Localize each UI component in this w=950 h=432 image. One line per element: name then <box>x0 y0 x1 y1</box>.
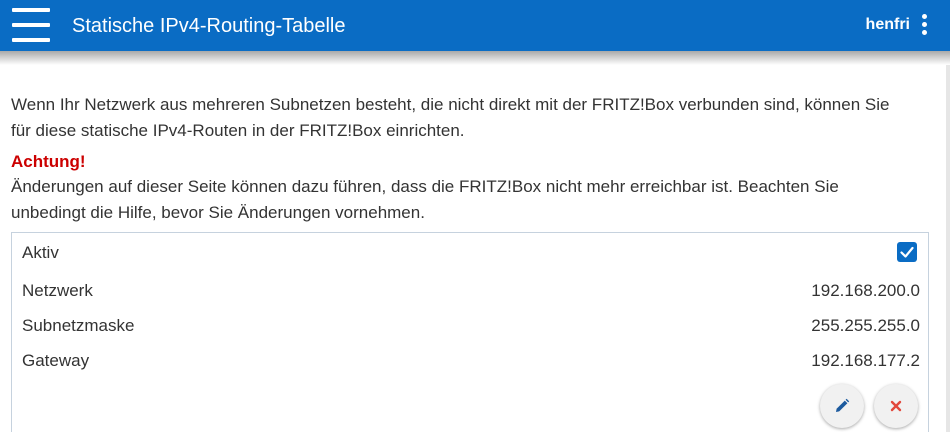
warning-text: Änderungen auf dieser Seite können dazu … <box>11 177 839 222</box>
route-row-subnet: Subnetzmaske 255.255.255.0 <box>22 314 920 338</box>
route-card: Aktiv Netzwerk 192.168.200.0 Subnetzmask… <box>11 232 929 432</box>
route-row-active: Aktiv <box>22 241 920 265</box>
kebab-menu-icon[interactable] <box>918 12 932 38</box>
network-value: 192.168.200.0 <box>811 281 920 300</box>
active-label: Aktiv <box>22 243 59 262</box>
intro-text: Wenn Ihr Netzwerk aus mehreren Subnetzen… <box>11 95 890 140</box>
user-name[interactable]: henfri <box>866 14 910 36</box>
scrollbar-track[interactable] <box>946 65 950 432</box>
network-label: Netzwerk <box>22 281 93 300</box>
edit-route-button[interactable] <box>820 384 864 428</box>
gateway-value: 192.168.177.2 <box>811 351 920 370</box>
checkmark-icon <box>900 246 914 258</box>
main-content: Wenn Ihr Netzwerk aus mehreren Subnetzen… <box>11 92 911 226</box>
gateway-label: Gateway <box>22 351 90 370</box>
subnet-value: 255.255.255.0 <box>811 316 920 335</box>
subnet-label: Subnetzmaske <box>22 316 135 335</box>
header-shadow <box>0 51 950 65</box>
route-row-gateway: Gateway 192.168.177.2 <box>22 349 920 373</box>
page-title: Statische IPv4-Routing-Tabelle <box>72 15 346 37</box>
route-row-network: Netzwerk 192.168.200.0 <box>22 279 920 303</box>
close-icon <box>890 400 902 412</box>
warning-title: Achtung! <box>11 152 86 171</box>
app-header: Statische IPv4-Routing-Tabelle henfri <box>0 0 950 51</box>
delete-route-button[interactable] <box>874 384 918 428</box>
pencil-icon <box>836 398 850 412</box>
active-checkbox[interactable] <box>897 242 917 262</box>
hamburger-menu-icon[interactable] <box>12 8 50 42</box>
